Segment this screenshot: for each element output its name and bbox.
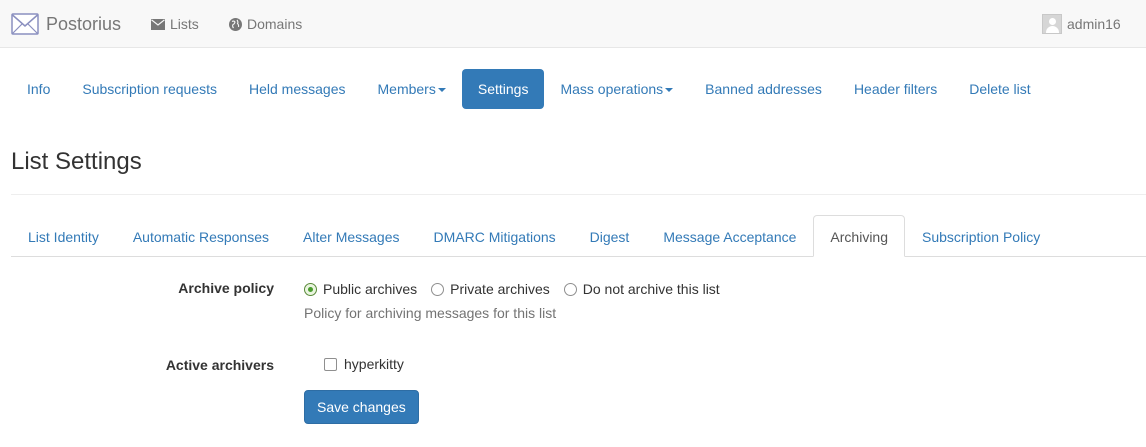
list-nav-mass-operations[interactable]: Mass operations: [544, 69, 689, 109]
radio-label: Private archives: [450, 281, 550, 297]
list-nav-label: Subscription requests: [82, 81, 217, 97]
caret-down-icon: [437, 88, 446, 93]
list-nav: Info Subscription requests Held messages…: [11, 69, 1047, 109]
tab-list-identity[interactable]: List Identity: [11, 215, 116, 256]
checkbox[interactable]: [324, 357, 337, 371]
list-nav-label: Banned addresses: [705, 81, 822, 97]
list-nav-settings[interactable]: Settings: [461, 69, 545, 109]
list-nav-label: Settings: [477, 81, 529, 97]
radio-button[interactable]: [304, 282, 317, 296]
divider: [11, 194, 1146, 195]
list-nav-subscription-requests[interactable]: Subscription requests: [66, 69, 233, 109]
caret-down-icon: [665, 88, 674, 93]
brand-link[interactable]: Postorius: [11, 10, 121, 38]
list-nav-label: Members: [377, 81, 436, 97]
list-nav-members[interactable]: Members: [362, 69, 462, 109]
list-nav-label: Info: [27, 81, 51, 97]
active-archivers-label: Active archivers: [165, 357, 274, 373]
checkbox-label: hyperkitty: [344, 356, 404, 372]
tab-subscription-policy[interactable]: Subscription Policy: [905, 215, 1057, 256]
nav-domains-label: Domains: [247, 16, 303, 32]
tab-digest[interactable]: Digest: [573, 215, 647, 256]
list-nav-held-messages[interactable]: Held messages: [233, 69, 362, 109]
list-nav-delete-list[interactable]: Delete list: [953, 69, 1046, 109]
username: admin16: [1067, 16, 1121, 32]
tab-automatic-responses[interactable]: Automatic Responses: [116, 215, 286, 256]
radio-label: Public archives: [323, 281, 418, 297]
list-nav-info[interactable]: Info: [11, 69, 66, 109]
list-nav-label: Header filters: [853, 81, 938, 97]
radio-button[interactable]: [431, 282, 445, 296]
nav-lists[interactable]: Lists: [151, 0, 199, 48]
page-title: List Settings: [11, 148, 142, 175]
tab-dmarc-mitigations[interactable]: DMARC Mitigations: [417, 215, 573, 256]
settings-tabs: List Identity Automatic Responses Alter …: [11, 215, 1146, 257]
list-nav-label: Held messages: [249, 81, 346, 97]
radio-label: Do not archive this list: [582, 281, 720, 297]
tab-message-acceptance[interactable]: Message Acceptance: [646, 215, 813, 256]
envelope-icon: [151, 18, 165, 30]
nav-lists-label: Lists: [170, 16, 199, 32]
tab-alter-messages[interactable]: Alter Messages: [286, 215, 416, 256]
checkbox-hyperkitty[interactable]: hyperkitty: [324, 356, 404, 372]
save-changes-button[interactable]: Save changes: [304, 390, 419, 424]
list-nav-label: Mass operations: [560, 81, 664, 97]
archive-policy-radio-group: Public archives Private archives Do not …: [304, 279, 734, 299]
radio-public-archives[interactable]: Public archives: [304, 281, 417, 297]
nav-domains[interactable]: Domains: [229, 0, 302, 48]
tab-archiving[interactable]: Archiving: [813, 215, 906, 257]
envelope-icon: [11, 13, 39, 35]
avatar-icon: [1042, 14, 1062, 34]
radio-button[interactable]: [563, 282, 577, 296]
list-nav-header-filters[interactable]: Header filters: [838, 69, 953, 109]
radio-do-not-archive[interactable]: Do not archive this list: [563, 281, 720, 297]
top-navbar: Postorius Lists Domains admin16: [0, 0, 1146, 48]
user-menu[interactable]: admin16: [1042, 0, 1146, 48]
archive-policy-help: Policy for archiving messages for this l…: [304, 305, 557, 321]
archive-policy-label: Archive policy: [178, 280, 274, 296]
list-nav-banned-addresses[interactable]: Banned addresses: [689, 69, 838, 109]
list-nav-label: Delete list: [969, 81, 1031, 97]
globe-icon: [229, 17, 242, 31]
brand-name: Postorius: [46, 13, 122, 34]
radio-private-archives[interactable]: Private archives: [431, 281, 550, 297]
